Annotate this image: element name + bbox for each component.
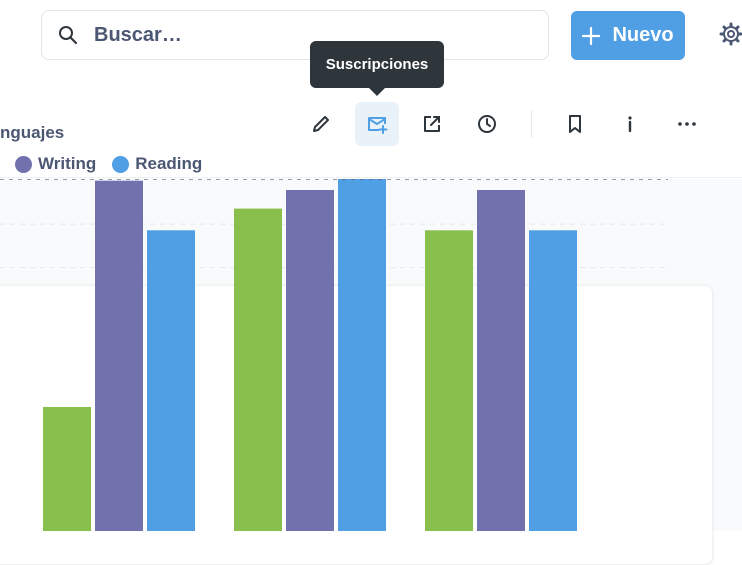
bar-chart: Objetivo [0,179,668,531]
external-link-icon [424,116,440,132]
clock-icon [478,115,496,133]
legend-item-writing[interactable]: Writing [15,154,96,174]
search-icon [59,26,78,45]
more-button[interactable] [665,102,709,146]
new-button[interactable]: Nuevo [571,11,685,60]
search-bar[interactable] [41,10,549,60]
bar-series-1-2[interactable] [234,208,282,531]
bar-reading-2[interactable] [338,179,386,531]
bar-reading-3[interactable] [529,230,577,531]
bar-writing-3[interactable] [477,190,525,531]
info-button[interactable] [608,102,652,146]
pencil-icon [313,116,329,132]
legend-label-writing: Writing [38,154,97,173]
subscriptions-button[interactable] [355,102,399,146]
bar-writing-2[interactable] [286,190,334,531]
info-icon [628,116,632,133]
chart-legend: Writing Reading [15,154,202,174]
gear-icon[interactable] [719,22,742,46]
legend-label-reading: Reading [135,154,203,173]
bar-writing-1[interactable] [95,180,143,531]
legend-dot-reading [112,155,130,173]
toolbar-divider [531,110,532,138]
ellipsis-icon [678,122,696,126]
subscriptions-tooltip: Suscripciones [310,41,444,96]
history-button[interactable] [465,102,509,146]
legend-item-reading[interactable]: Reading [112,154,202,174]
bar-series-1-1[interactable] [43,407,91,531]
bookmark-icon [569,115,581,133]
edit-button[interactable] [299,102,343,146]
plus-icon [582,26,601,45]
bar-series-1-3[interactable] [425,230,473,531]
card-title: nguajes [0,123,65,142]
bookmark-button[interactable] [553,102,597,146]
mail-plus-icon [368,117,388,134]
bar-reading-1[interactable] [147,230,195,531]
new-button-label: Nuevo [612,24,674,46]
legend-dot-writing [15,155,32,173]
share-button[interactable] [410,102,454,146]
top-bar: Nuevo Suscripciones [0,0,742,178]
